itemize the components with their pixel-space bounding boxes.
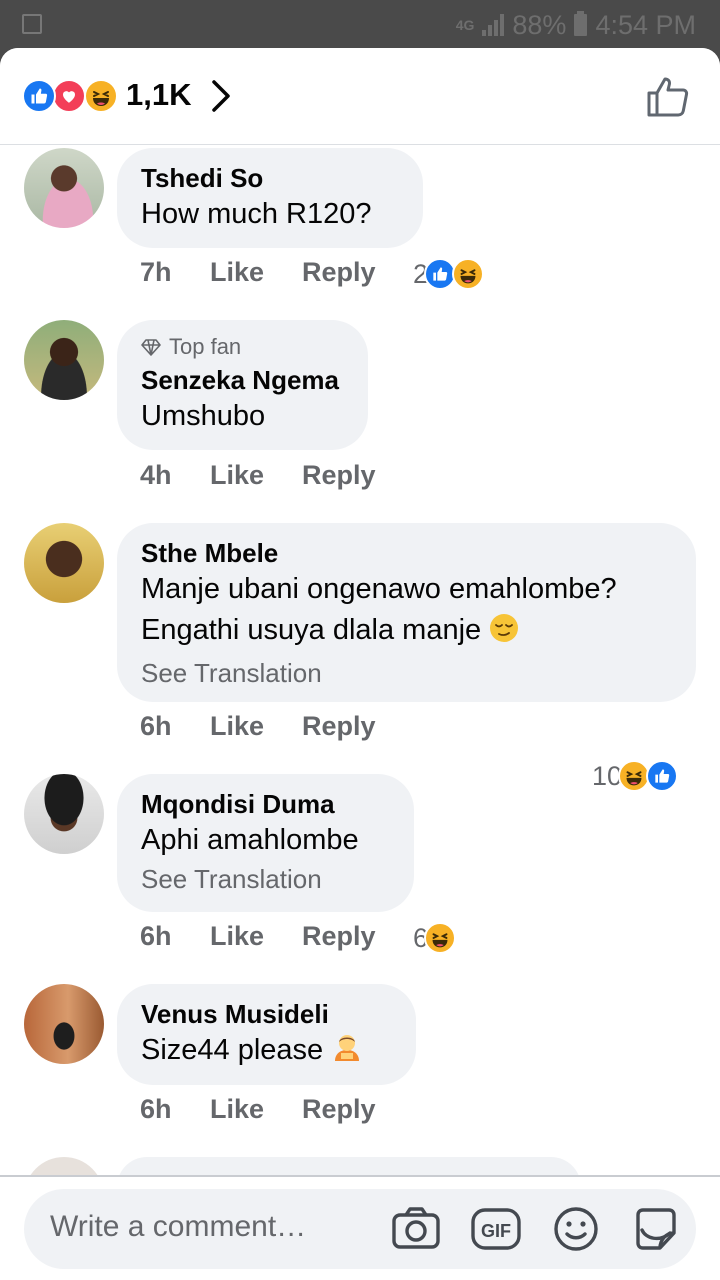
comment-reactions[interactable]: 6	[413, 922, 457, 954]
top-fan-badge: Top fan	[141, 334, 344, 360]
comment-actions: 7h Like Reply	[140, 257, 376, 288]
comment-bubble[interactable]: Top fan Senzeka Ngema Umshubo	[117, 320, 368, 450]
comment-actions: 4h Like Reply	[140, 460, 376, 491]
avatar[interactable]	[24, 1157, 104, 1175]
comment-bubble[interactable]: Mqondisi Duma Aphi amahlombe See Transla…	[117, 774, 414, 912]
comment-input[interactable]: Write a comment… GIF	[24, 1189, 696, 1269]
comment-bubble[interactable]: Sthe Mbele Manje ubani ongenawo emahlomb…	[117, 523, 696, 702]
avatar[interactable]	[24, 523, 104, 603]
comment-text: Umshubo	[141, 400, 266, 432]
comment-time[interactable]: 6h	[140, 1094, 210, 1125]
avatar[interactable]	[24, 148, 104, 228]
like-icon[interactable]	[22, 79, 56, 113]
comment-actions: 6h Like Reply	[140, 1094, 376, 1125]
reply-button[interactable]: Reply	[302, 711, 376, 742]
like-icon	[646, 760, 679, 792]
haha-icon	[424, 922, 457, 954]
comment-actions: 6h Like Reply	[140, 711, 376, 742]
top-fan-label: Top fan	[169, 334, 242, 359]
comment-bubble[interactable]	[117, 1157, 581, 1175]
comments-sheet: 1,1K Tshedi So How much R120? 7h Like Re…	[0, 48, 720, 1280]
reply-button[interactable]: Reply	[302, 257, 376, 288]
reply-button[interactable]: Reply	[302, 460, 376, 491]
comment-actions: 6h Like Reply	[140, 921, 376, 952]
like-button[interactable]: Like	[210, 1094, 302, 1125]
like-button[interactable]: Like	[210, 257, 302, 288]
avatar[interactable]	[24, 984, 104, 1064]
person-bowing-emoji-icon	[331, 1031, 363, 1075]
comment-time[interactable]: 7h	[140, 257, 210, 288]
comment-text: Size44 please	[141, 1034, 324, 1066]
see-translation-link[interactable]: See Translation	[141, 655, 672, 691]
commenter-name[interactable]: Tshedi So	[141, 162, 399, 194]
comment-reactions[interactable]: 10	[592, 760, 679, 792]
thumbs-up-outline-icon	[647, 77, 689, 117]
comment-bubble[interactable]: Tshedi So How much R120?	[117, 148, 423, 248]
comment-composer: Write a comment… GIF	[0, 1175, 720, 1280]
like-post-button[interactable]	[646, 74, 690, 123]
diamond-icon	[141, 339, 161, 356]
comment-time[interactable]: 6h	[140, 711, 210, 742]
comment-text-line: Manje ubani ongenawo emahlombe?	[141, 573, 617, 605]
commenter-name[interactable]: Sthe Mbele	[141, 537, 672, 569]
clock: 4:54 PM	[595, 9, 696, 40]
comment-text-line: Engathi usuya dlala manje	[141, 610, 672, 655]
signal-icon	[482, 14, 505, 36]
comment-thread: Tshedi So How much R120? 7h Like Reply 2…	[0, 145, 720, 1175]
network-type: 4G	[455, 17, 475, 33]
status-bar: 4G 88% 4:54 PM	[0, 0, 720, 48]
see-translation-link[interactable]: See Translation	[141, 861, 390, 897]
commenter-name[interactable]: Venus Musideli	[141, 998, 392, 1030]
sticker-icon[interactable]	[630, 1203, 682, 1255]
image-notification-icon	[22, 14, 42, 34]
battery-percent: 88%	[512, 9, 567, 40]
comment-text: How much R120?	[141, 198, 372, 230]
like-button[interactable]: Like	[210, 711, 302, 742]
camera-icon[interactable]	[390, 1203, 442, 1255]
battery-icon	[574, 11, 588, 36]
avatar[interactable]	[24, 774, 104, 854]
comment-bubble[interactable]: Venus Musideli Size44 please	[117, 984, 416, 1085]
avatar[interactable]	[24, 320, 104, 400]
emoji-icon[interactable]	[550, 1203, 602, 1255]
comment-text: Aphi amahlombe	[141, 824, 359, 856]
comment-input-placeholder[interactable]: Write a comment…	[50, 1210, 306, 1244]
reaction-count[interactable]: 1,1K	[126, 77, 191, 113]
svg-text:GIF: GIF	[481, 1221, 511, 1241]
comment-text: Engathi usuya dlala manje	[141, 614, 482, 646]
reply-button[interactable]: Reply	[302, 1094, 376, 1125]
love-icon[interactable]	[52, 79, 86, 113]
reply-button[interactable]: Reply	[302, 921, 376, 952]
comment-text-line: Size44 please	[141, 1030, 392, 1075]
status-indicators: 4G 88% 4:54 PM	[456, 10, 696, 40]
like-button[interactable]: Like	[210, 921, 302, 952]
comment-reactions[interactable]: 2	[413, 258, 485, 290]
commenter-name[interactable]: Senzeka Ngema	[141, 364, 344, 396]
relieved-face-emoji-icon	[489, 613, 519, 655]
comment-time[interactable]: 4h	[140, 460, 210, 491]
reactions-header: 1,1K	[0, 48, 720, 145]
commenter-name[interactable]: Mqondisi Duma	[141, 788, 390, 820]
haha-icon	[452, 258, 485, 290]
like-button[interactable]: Like	[210, 460, 302, 491]
chevron-right-icon[interactable]	[210, 78, 232, 119]
comment-time[interactable]: 6h	[140, 921, 210, 952]
haha-icon[interactable]	[84, 79, 118, 113]
gif-icon[interactable]: GIF	[470, 1203, 522, 1255]
